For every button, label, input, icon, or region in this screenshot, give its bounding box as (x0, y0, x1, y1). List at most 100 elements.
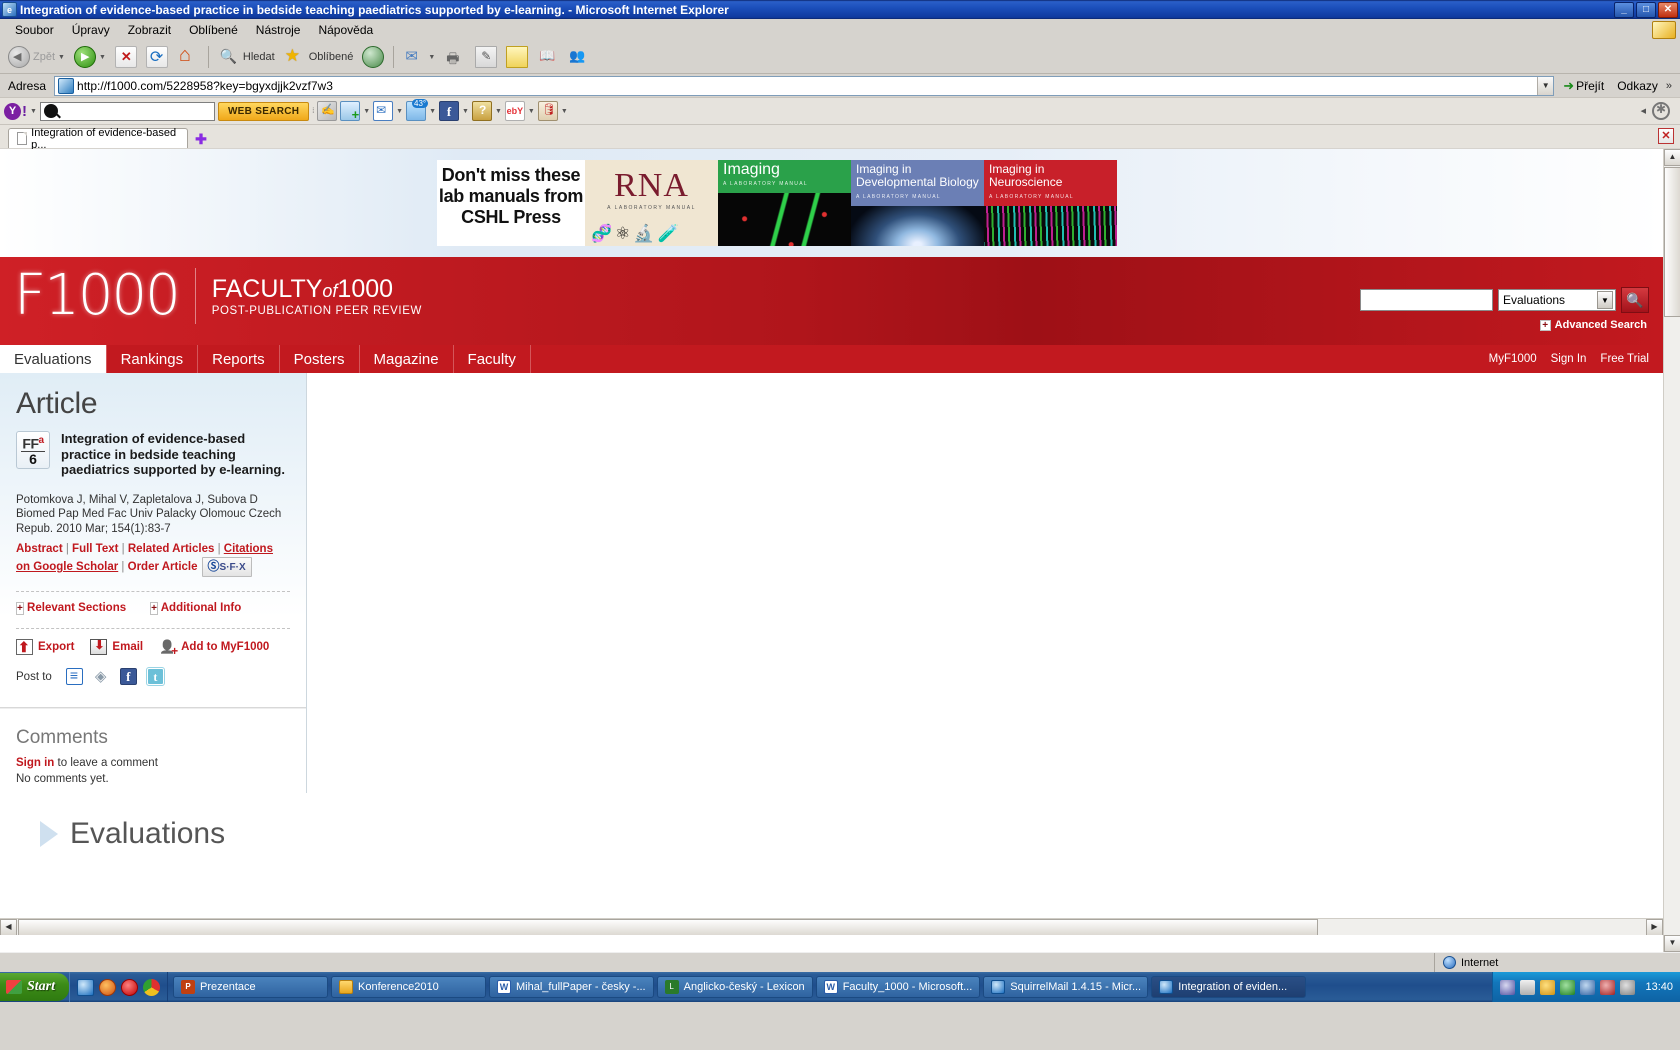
research-button[interactable] (533, 43, 563, 71)
banner-cover-imaging[interactable]: Imaging A LABORATORY MANUAL (718, 160, 851, 246)
nav-link-myf1000[interactable]: MyF1000 (1489, 353, 1537, 365)
quicklaunch-ie-icon[interactable] (77, 978, 95, 996)
favorites-button[interactable]: Oblíbené (280, 43, 358, 71)
toolbar-overflow-icon[interactable]: » (1666, 80, 1676, 92)
search-scope-select[interactable]: Evaluations ▼ (1498, 289, 1616, 311)
facebook-icon[interactable]: f (119, 668, 137, 685)
menu-item-soubor[interactable]: Soubor (6, 21, 63, 39)
new-tab-button[interactable]: ✚ (191, 130, 211, 148)
yahoo-apps-caret-icon[interactable]: ▼ (561, 108, 568, 115)
minimize-button[interactable]: _ (1614, 1, 1634, 18)
relevant-sections-toggle[interactable]: + Relevant Sections (16, 602, 126, 615)
mail-caret-icon[interactable]: ▼ (428, 54, 435, 61)
taskbar-item-konference2010[interactable]: Konference2010 (331, 976, 487, 998)
yahoo-logo-icon[interactable]: Y! (4, 102, 27, 120)
nav-link-freetrial[interactable]: Free Trial (1600, 353, 1649, 365)
quicklaunch-firefox-icon[interactable] (99, 978, 117, 996)
article-title[interactable]: Integration of evidence-based practice i… (61, 431, 290, 478)
print-button[interactable] (440, 43, 470, 72)
yahoo-bookmarks-icon[interactable] (340, 101, 361, 122)
banner-cover-devbio[interactable]: Imaging in Developmental Biology A LABOR… (851, 160, 984, 246)
history-button[interactable] (358, 43, 388, 71)
search-button[interactable]: Hledat (214, 43, 279, 71)
taskbar-item-prezentace[interactable]: P Prezentace (173, 976, 329, 998)
home-button[interactable] (173, 43, 203, 71)
maximize-button[interactable]: □ (1636, 1, 1656, 18)
browser-tab[interactable]: Integration of evidence-based p... (8, 127, 188, 151)
taskbar-item-mihal-fullpaper[interactable]: W Mihal_fullPaper - česky -... (489, 976, 654, 998)
nav-tab-magazine[interactable]: Magazine (360, 345, 454, 373)
banner-cover-neuro[interactable]: Imaging in Neuroscience A LABORATORY MAN… (984, 160, 1117, 246)
menu-item-oblibene[interactable]: Oblíbené (180, 21, 247, 39)
facebook-icon[interactable]: f (439, 101, 460, 121)
nav-tab-faculty[interactable]: Faculty (454, 345, 531, 373)
taskbar-item-faculty1000-doc[interactable]: W Faculty_1000 - Microsoft... (815, 976, 981, 998)
forward-history-caret-icon[interactable]: ▼ (99, 54, 106, 61)
menu-item-napoveda[interactable]: Nápověda (309, 21, 382, 39)
ebay-icon[interactable]: ebY (504, 101, 525, 121)
tray-icon-6[interactable] (1600, 979, 1616, 995)
quicklaunch-opera-icon[interactable] (121, 978, 139, 996)
horizontal-scrollbar[interactable]: ◀ ▶ (0, 918, 1663, 935)
facebook-caret-icon[interactable]: ▼ (462, 108, 469, 115)
nav-link-signin[interactable]: Sign In (1551, 353, 1587, 365)
sfx-button[interactable]: ⓈS·F·X (201, 557, 252, 577)
close-button[interactable]: ✕ (1658, 1, 1678, 18)
chevron-down-icon[interactable]: ▼ (1597, 291, 1613, 309)
links-label[interactable]: Odkazy (1613, 79, 1662, 93)
menu-item-upravy[interactable]: Úpravy (63, 21, 119, 39)
yahoo-answers-caret-icon[interactable]: ▼ (495, 108, 502, 115)
nav-tab-reports[interactable]: Reports (198, 345, 280, 373)
yahoo-search-input[interactable] (39, 101, 215, 121)
nav-tab-evaluations[interactable]: Evaluations (0, 345, 107, 373)
tray-volume-icon[interactable] (1620, 979, 1636, 995)
taskbar-item-lexicon[interactable]: L Anglicko-český - Lexicon (656, 976, 813, 998)
tray-icon-5[interactable] (1580, 979, 1596, 995)
hscroll-right-button[interactable]: ▶ (1646, 919, 1663, 935)
start-button[interactable]: Start (0, 973, 70, 1001)
twitter-icon[interactable]: t (145, 667, 165, 686)
address-dropdown-icon[interactable]: ▼ (1537, 76, 1554, 95)
vscroll-thumb[interactable] (1664, 167, 1680, 317)
site-logo[interactable]: F1000 FACULTYof1000 POST-PUBLICATION PEE… (14, 267, 422, 325)
yahoo-overflow-icon[interactable]: ◀ (1641, 107, 1646, 115)
site-search-button[interactable]: 🔍 (1621, 287, 1649, 313)
add-to-myf1000-button[interactable]: Add to MyF1000 (159, 639, 269, 658)
address-input[interactable]: http://f1000.com/5228958?key=bgyxdjjk2vz… (77, 79, 1537, 93)
mail-button[interactable]: ▼ (399, 43, 439, 71)
notes-button[interactable] (502, 43, 532, 71)
yahoo-weather-caret-icon[interactable]: ▼ (429, 108, 436, 115)
tray-icon-1[interactable] (1500, 979, 1516, 995)
yahoo-menu-caret-icon[interactable]: ▼ (30, 108, 37, 115)
link-related-articles[interactable]: Related Articles (128, 543, 215, 555)
messenger-button[interactable] (564, 43, 594, 71)
yahoo-bookmarks-caret-icon[interactable]: ▼ (363, 108, 370, 115)
vscroll-down-button[interactable]: ▼ (1664, 935, 1680, 952)
link-order-article[interactable]: Order Article (128, 561, 198, 573)
advanced-search-link[interactable]: + Advanced Search (1539, 319, 1647, 331)
back-history-caret-icon[interactable]: ▼ (58, 54, 65, 61)
quicklaunch-chrome-icon[interactable] (143, 978, 161, 996)
yahoo-web-search-button[interactable]: WEB SEARCH (217, 101, 310, 121)
tab-close-button[interactable]: ✕ (1658, 128, 1674, 144)
yahoo-mail-caret-icon[interactable]: ▼ (396, 108, 403, 115)
site-search-input[interactable] (1360, 289, 1493, 311)
hscroll-thumb[interactable] (18, 919, 1318, 935)
vscroll-up-button[interactable]: ▲ (1664, 149, 1680, 166)
taskbar-item-integration[interactable]: Integration of eviden... (1151, 976, 1307, 998)
export-button[interactable]: Export (16, 639, 74, 656)
banner-cover-rna[interactable]: RNA A LABORATORY MANUAL 🧬⚛🔬🧪 (585, 160, 718, 246)
connotea-icon[interactable] (92, 667, 110, 685)
yahoo-answers-icon[interactable] (471, 101, 492, 121)
yahoo-apps-icon[interactable] (537, 101, 558, 121)
tray-icon-3[interactable] (1540, 979, 1556, 995)
menu-item-nastroje[interactable]: Nástroje (247, 21, 310, 39)
citeulike-icon[interactable] (65, 667, 83, 685)
tray-icon-4[interactable] (1560, 979, 1576, 995)
yahoo-weather-icon[interactable] (406, 99, 429, 121)
link-abstract[interactable]: Abstract (16, 543, 63, 555)
link-full-text[interactable]: Full Text (72, 543, 118, 555)
additional-info-toggle[interactable]: + Additional Info (150, 602, 241, 615)
cshl-press-banner[interactable]: Don't miss these lab manuals from CSHL P… (437, 160, 1117, 246)
yahoo-mail-icon[interactable] (373, 101, 394, 121)
